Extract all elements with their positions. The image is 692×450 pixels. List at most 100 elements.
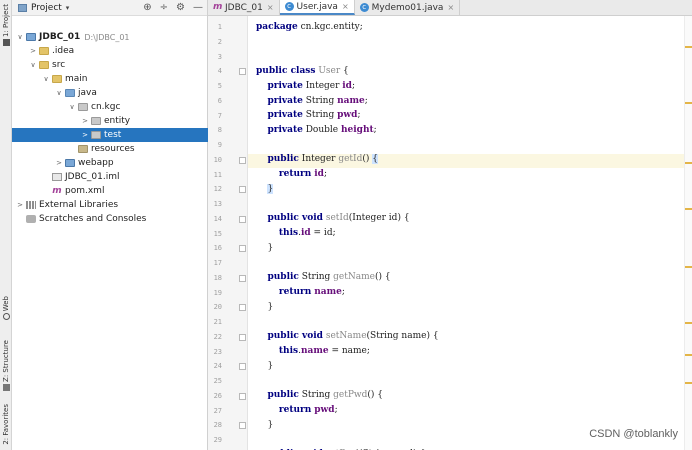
locate-icon[interactable]: ⊕ — [143, 2, 151, 14]
project-panel-header: Project ▾ ⊕ ÷ ⚙ — — [12, 0, 207, 16]
close-icon[interactable]: × — [447, 3, 454, 12]
fold-marker-icon[interactable] — [239, 156, 246, 164]
tree-item[interactable]: ∨ src — [12, 58, 208, 72]
line-number: 22 — [213, 332, 222, 341]
fold-marker-icon[interactable] — [239, 215, 246, 223]
line-number: 10 — [213, 155, 222, 164]
close-icon[interactable]: × — [342, 2, 349, 11]
scroll-marker — [685, 46, 692, 48]
line-number: 12 — [213, 185, 222, 194]
tool-tab-project[interactable]: 1: Project — [0, 4, 12, 48]
chevron-down-icon[interactable]: ∨ — [16, 33, 24, 41]
chevron-right-icon[interactable]: > — [81, 131, 89, 139]
fold-marker-icon[interactable] — [239, 186, 246, 194]
tool-tab-structure-label: Z: Structure — [2, 340, 10, 382]
fold-marker-icon[interactable] — [239, 363, 246, 371]
line-number: 8 — [217, 126, 222, 135]
code-line-10: public Integer getId() { — [267, 154, 378, 164]
editor-tabs: m JDBC_01 × c User.java × c Mydemo01.jav… — [208, 0, 692, 16]
chevron-right-icon[interactable]: > — [29, 47, 37, 55]
tool-tab-favorites[interactable]: 2: Favorites — [0, 404, 12, 445]
tree-item[interactable]: JDBC_01.iml — [12, 170, 208, 184]
tree-item-label: .idea — [52, 46, 75, 56]
fold-marker-icon[interactable] — [239, 333, 246, 341]
code-line-7: private String pwd; — [267, 110, 361, 120]
fold-marker-icon[interactable] — [239, 392, 246, 400]
tree-item-label: JDBC_01 — [39, 32, 81, 42]
code-line-12: } — [267, 184, 274, 194]
chevron-down-icon[interactable]: ▾ — [66, 4, 70, 12]
chevron-right-icon[interactable]: > — [55, 159, 63, 167]
tree-item-label: java — [78, 88, 97, 98]
line-number: 5 — [217, 82, 222, 90]
tree-item[interactable]: > test — [12, 128, 208, 142]
tree-item-label: test — [104, 130, 122, 140]
close-icon[interactable]: × — [267, 3, 274, 12]
tool-tab-web[interactable]: Web — [0, 296, 12, 322]
tree-item[interactable]: > entity — [12, 114, 208, 128]
hide-panel-icon[interactable]: — — [193, 2, 203, 14]
scroll-marker — [685, 354, 692, 356]
line-number: 4 — [217, 67, 222, 76]
line-number-gutter[interactable]: 1 2 3 4 5 6 7 8 9 10 11 12 13 14 15 16 17 18 19 20 21 22 23 24 2… — [208, 16, 248, 450]
tree-item-label: Scratches and Consoles — [39, 214, 147, 224]
project-panel-tools: ⊕ ÷ ⚙ — — [143, 2, 203, 14]
tab-user-java[interactable]: c User.java × — [279, 0, 355, 15]
tree-item[interactable]: ∨ main — [12, 72, 208, 86]
tree-item[interactable]: m pom.xml — [12, 184, 208, 198]
chevron-right-icon[interactable]: > — [81, 117, 89, 125]
tree-item[interactable]: > .idea — [12, 44, 208, 58]
tree-item-label: src — [52, 60, 66, 70]
line-number: 27 — [213, 406, 222, 415]
line-number: 6 — [217, 96, 222, 105]
fold-marker-icon[interactable] — [239, 68, 246, 76]
chevron-down-icon[interactable]: ∨ — [42, 75, 50, 83]
tab-label: Mydemo01.java — [371, 2, 444, 13]
tab-jdbc-01[interactable]: m JDBC_01 × — [208, 0, 280, 15]
scroll-marker — [685, 102, 692, 104]
tree-item-label: pom.xml — [65, 186, 105, 196]
fold-marker-icon[interactable] — [239, 245, 246, 253]
tab-label: User.java — [296, 1, 338, 12]
scroll-marker — [685, 208, 692, 210]
watermark-text: CSDN @toblankly — [589, 428, 678, 440]
scroll-marker — [685, 266, 692, 268]
fold-marker-icon[interactable] — [239, 304, 246, 312]
tool-tab-structure[interactable]: Z: Structure — [0, 340, 12, 393]
fold-marker-icon[interactable] — [239, 274, 246, 282]
tree-item[interactable]: ∨ cn.kgc — [12, 100, 208, 114]
tab-mydemo01-java[interactable]: c Mydemo01.java × — [355, 0, 461, 15]
editor-scrollbar[interactable] — [684, 16, 692, 450]
line-number: 24 — [213, 362, 222, 371]
maven-icon: m — [52, 186, 62, 196]
project-view-icon — [18, 3, 27, 12]
fold-marker-icon[interactable] — [239, 422, 246, 430]
tree-item[interactable]: ∨ JDBC_01 D:\JDBC_01 — [12, 30, 208, 44]
line-number: 14 — [213, 214, 222, 223]
line-number: 20 — [213, 303, 222, 312]
java-class-icon: c — [284, 2, 294, 11]
tree-item[interactable]: ∨ java — [12, 86, 208, 100]
chevron-down-icon[interactable]: ∨ — [68, 103, 76, 111]
tree-item[interactable]: Scratches and Consoles — [12, 212, 208, 226]
code-line-27: return pwd; — [278, 405, 338, 415]
project-panel-title[interactable]: Project — [31, 3, 62, 13]
package-icon — [78, 103, 88, 111]
folder-icon — [26, 33, 36, 41]
folder-icon — [39, 47, 49, 55]
chevron-down-icon[interactable]: ∨ — [29, 61, 37, 69]
code-line-22: public void setName(String name) { — [267, 331, 439, 341]
folder-icon — [39, 61, 49, 69]
line-number: 13 — [213, 200, 222, 208]
code-editor[interactable]: package cn.kgc.entity; public class User… — [248, 16, 684, 450]
chevron-right-icon[interactable]: > — [16, 201, 24, 209]
collapse-all-icon[interactable]: ÷ — [160, 2, 168, 14]
tree-item-label: External Libraries — [39, 200, 119, 210]
gear-icon[interactable]: ⚙ — [176, 2, 185, 14]
line-number: 7 — [217, 111, 222, 120]
tree-item[interactable]: resources — [12, 142, 208, 156]
chevron-down-icon[interactable]: ∨ — [55, 89, 63, 97]
tree-item[interactable]: > External Libraries — [12, 198, 208, 212]
tree-item[interactable]: > webapp — [12, 156, 208, 170]
folder-icon — [78, 145, 88, 153]
